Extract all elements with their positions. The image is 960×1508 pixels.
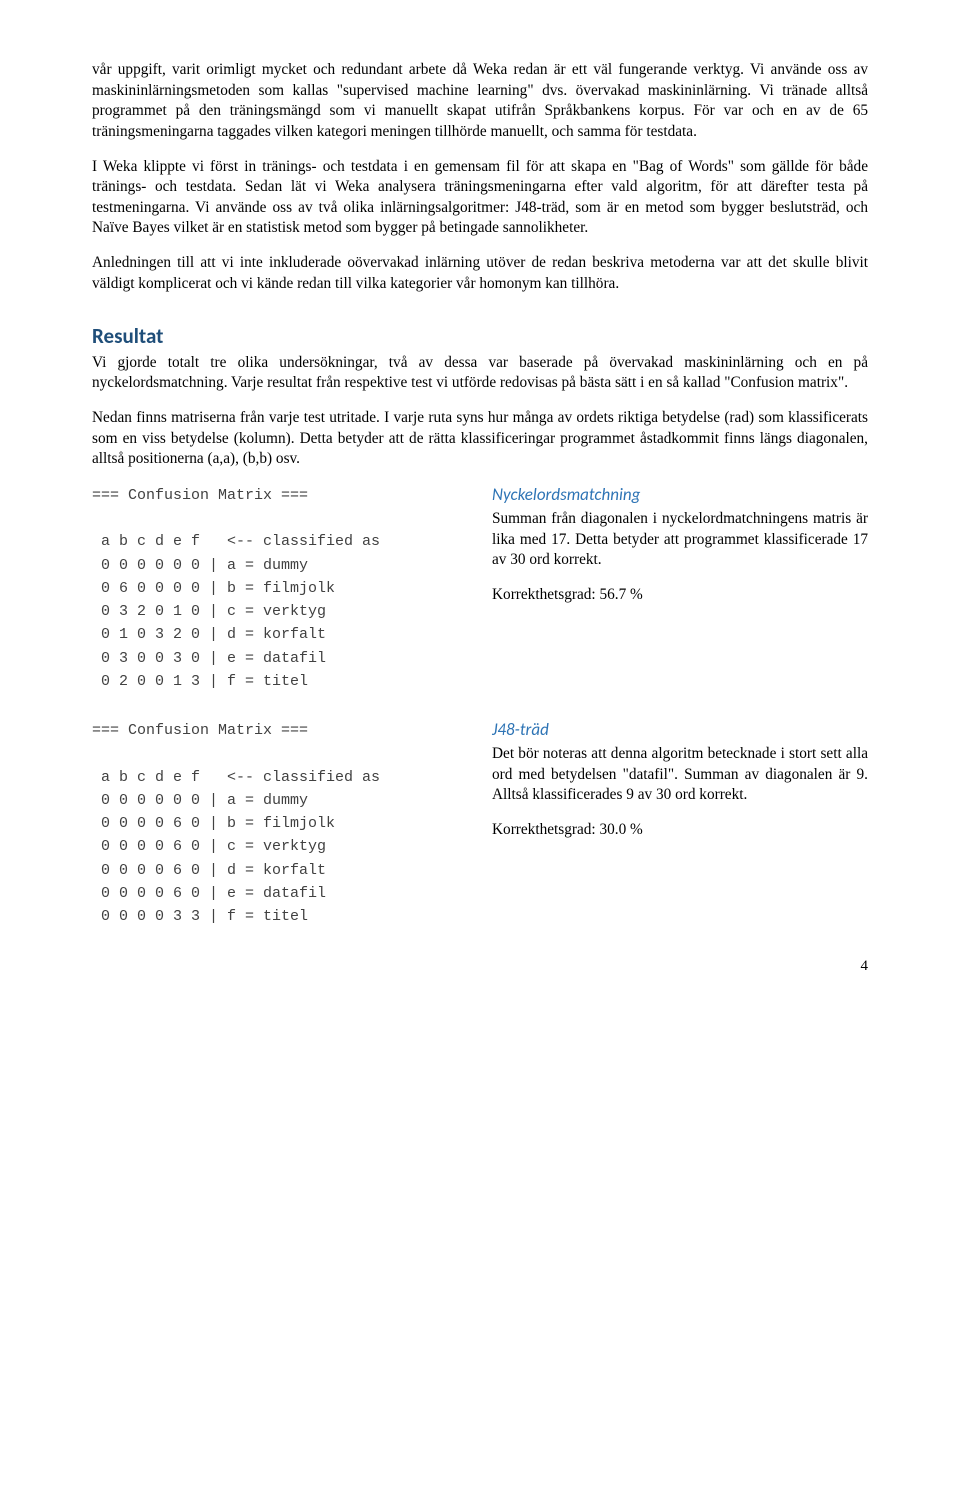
confusion-block-1: === Confusion Matrix === a b c d e f <--… xyxy=(92,484,868,693)
paragraph-results-2: Nedan finns matriserna från varje test u… xyxy=(92,408,868,470)
paragraph-results-1: Vi gjorde totalt tre olika undersökninga… xyxy=(92,353,868,394)
confusion-matrix-keyword: === Confusion Matrix === a b c d e f <--… xyxy=(92,484,452,693)
j48-text-2: Korrekthetsgrad: 30.0 % xyxy=(492,820,868,841)
confusion-matrix-j48: === Confusion Matrix === a b c d e f <--… xyxy=(92,719,452,928)
subheading-j48: J48-träd xyxy=(492,719,868,742)
paragraph-intro-3: Anledningen till att vi inte inkluderade… xyxy=(92,253,868,294)
section-title-results: Resultat xyxy=(92,322,868,350)
keyword-text-2: Korrekthetsgrad: 56.7 % xyxy=(492,585,868,606)
paragraph-intro-1: vår uppgift, varit orimligt mycket och r… xyxy=(92,60,868,143)
keyword-text-1: Summan från diagonalen i nyckelord­match… xyxy=(492,509,868,571)
confusion-block-2: === Confusion Matrix === a b c d e f <--… xyxy=(92,719,868,928)
paragraph-intro-2: I Weka klippte vi först in tränings- och… xyxy=(92,157,868,240)
subheading-keyword: Nyckelordsmatchning xyxy=(492,484,868,507)
page-number: 4 xyxy=(92,956,868,976)
j48-text-1: Det bör noteras att denna algoritm betec… xyxy=(492,744,868,806)
